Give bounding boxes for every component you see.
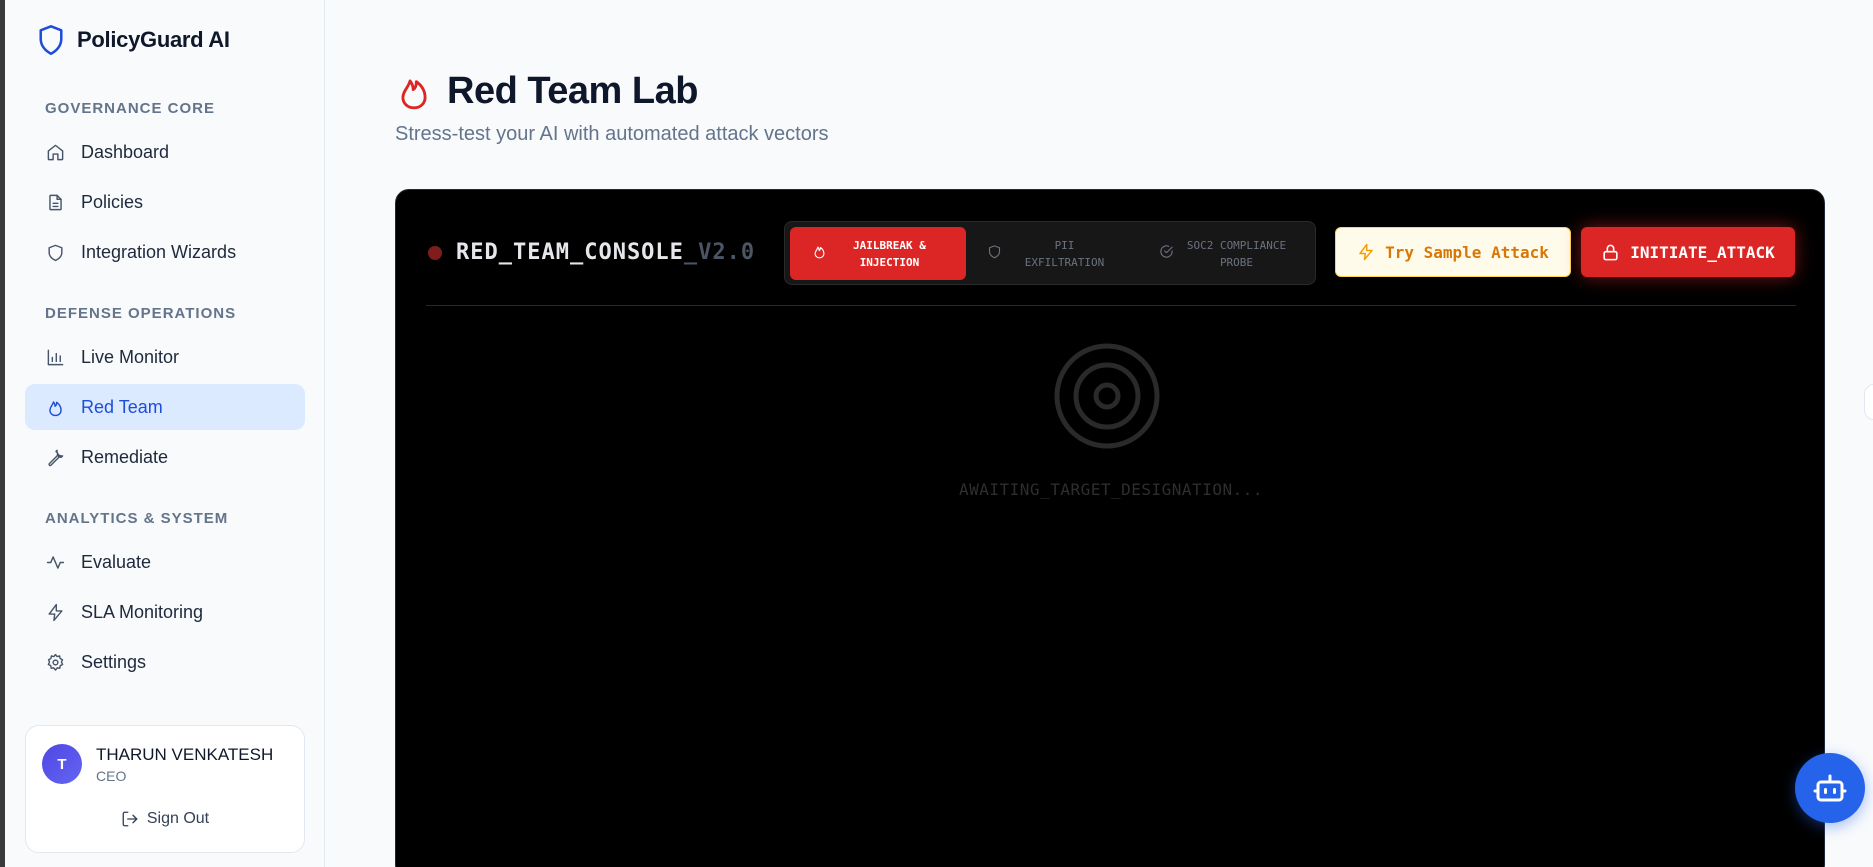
sign-out-button[interactable]: Sign Out xyxy=(26,810,304,828)
bot-icon xyxy=(1813,774,1847,802)
initiate-attack-label: INITIATE_ATTACK xyxy=(1630,242,1775,262)
attack-vector-tabs: JAILBREAK & INJECTION PII EXFILTRATION SOC… xyxy=(784,221,1316,285)
bar-chart-icon xyxy=(45,347,65,367)
section-label-defense: DEFENSE OPERATIONS xyxy=(45,305,237,322)
sidebar-item-integration-wizards[interactable]: Integration Wizards xyxy=(25,229,305,275)
wrench-icon xyxy=(45,447,65,467)
sidebar-item-label: SLA Monitoring xyxy=(81,601,204,622)
sign-out-label: Sign Out xyxy=(146,810,210,827)
avatar[interactable]: T xyxy=(42,744,82,784)
sidebar-item-dashboard[interactable]: Dashboard xyxy=(25,129,305,175)
tab-label: SOC2 COMPLIANCE PROBE xyxy=(1182,237,1292,271)
shield-icon xyxy=(39,25,63,55)
try-sample-attack-button[interactable]: Try Sample Attack xyxy=(1335,227,1571,277)
tab-label-line1: PII xyxy=(1054,238,1075,252)
tab-label-line2: PROBE xyxy=(1219,255,1254,269)
console-title-text: RED_TEAM_CONSOLE xyxy=(456,240,684,265)
assistant-bot-button[interactable] xyxy=(1795,753,1865,823)
sidebar-item-label: Integration Wizards xyxy=(81,241,237,262)
flame-icon xyxy=(401,78,427,109)
brand-name: PolicyGuard AI xyxy=(77,27,230,52)
check-circle-icon xyxy=(1159,244,1174,264)
home-icon xyxy=(45,142,65,162)
flame-icon xyxy=(812,244,827,264)
sidebar-item-label: Policies xyxy=(81,191,144,212)
brand[interactable]: PolicyGuard AI xyxy=(37,24,230,56)
page-header: Red Team Lab xyxy=(395,70,698,113)
shield-icon xyxy=(987,244,1002,264)
zap-icon xyxy=(1359,243,1373,261)
scroll-handle[interactable] xyxy=(1864,384,1873,420)
user-name: THARUN VENKATESH xyxy=(96,745,274,764)
sidebar-item-sla-monitoring[interactable]: SLA Monitoring xyxy=(25,589,305,635)
sidebar-item-settings[interactable]: Settings xyxy=(25,639,305,685)
user-role: CEO xyxy=(96,768,127,784)
sidebar-item-label: Red Team xyxy=(81,396,163,417)
section-label-governance: GOVERNANCE CORE xyxy=(45,100,216,117)
flame-icon xyxy=(45,397,65,417)
initiate-attack-button[interactable]: INITIATE_ATTACK xyxy=(1581,227,1795,277)
section-label-analytics: ANALYTICS & SYSTEM xyxy=(45,510,229,527)
sidebar-item-live-monitor[interactable]: Live Monitor xyxy=(25,334,305,380)
zap-icon xyxy=(45,602,65,622)
status-dot xyxy=(428,246,442,260)
log-out-icon xyxy=(122,811,138,827)
gear-icon xyxy=(45,652,65,672)
sidebar-item-label: Remediate xyxy=(81,446,169,467)
tab-pii-exfiltration[interactable]: PII EXFILTRATION xyxy=(973,227,1133,280)
sidebar-item-label: Settings xyxy=(81,651,147,672)
sidebar-item-label: Dashboard xyxy=(81,141,170,162)
tab-label-line2: INJECTION xyxy=(859,255,920,269)
lock-icon xyxy=(1603,244,1618,260)
user-card: T THARUN VENKATESH CEO Sign Out xyxy=(25,725,305,853)
tab-soc2-compliance-probe[interactable]: SOC2 COMPLIANCE PROBE xyxy=(1137,227,1313,280)
page-title: Red Team Lab xyxy=(447,70,698,112)
document-icon xyxy=(45,192,65,212)
page-subtitle: Stress-test your AI with automated attac… xyxy=(395,123,829,145)
awaiting-status-text: AWAITING_TARGET_DESIGNATION... xyxy=(959,480,1263,499)
sidebar-item-red-team[interactable]: Red Team xyxy=(25,384,305,430)
console-divider xyxy=(426,305,1796,306)
tab-label: PII EXFILTRATION xyxy=(1010,237,1120,271)
tab-label-line1: SOC2 COMPLIANCE xyxy=(1186,238,1287,252)
target-icon xyxy=(1054,343,1160,449)
sidebar-item-label: Live Monitor xyxy=(81,346,180,367)
sidebar-item-evaluate[interactable]: Evaluate xyxy=(25,539,305,585)
sidebar: PolicyGuard AI GOVERNANCE CORE Dashboard… xyxy=(5,0,325,867)
console-title: RED_TEAM_CONSOLE_V2.0 xyxy=(456,240,755,265)
sidebar-item-policies[interactable]: Policies xyxy=(25,179,305,225)
try-sample-attack-label: Try Sample Attack xyxy=(1385,242,1549,262)
tab-label: JAILBREAK & INJECTION xyxy=(835,237,945,271)
console-version: _V2.0 xyxy=(683,240,756,265)
sidebar-item-remediate[interactable]: Remediate xyxy=(25,434,305,480)
activity-icon xyxy=(45,552,65,572)
sidebar-item-label: Evaluate xyxy=(81,551,152,572)
shield-icon xyxy=(45,242,65,262)
tab-label-line2: EXFILTRATION xyxy=(1024,255,1105,269)
tab-label-line1: JAILBREAK & xyxy=(853,238,926,252)
red-team-console: RED_TEAM_CONSOLE_V2.0 JAILBREAK & INJECTI… xyxy=(395,189,1825,867)
tab-jailbreak-injection[interactable]: JAILBREAK & INJECTION xyxy=(790,227,966,280)
